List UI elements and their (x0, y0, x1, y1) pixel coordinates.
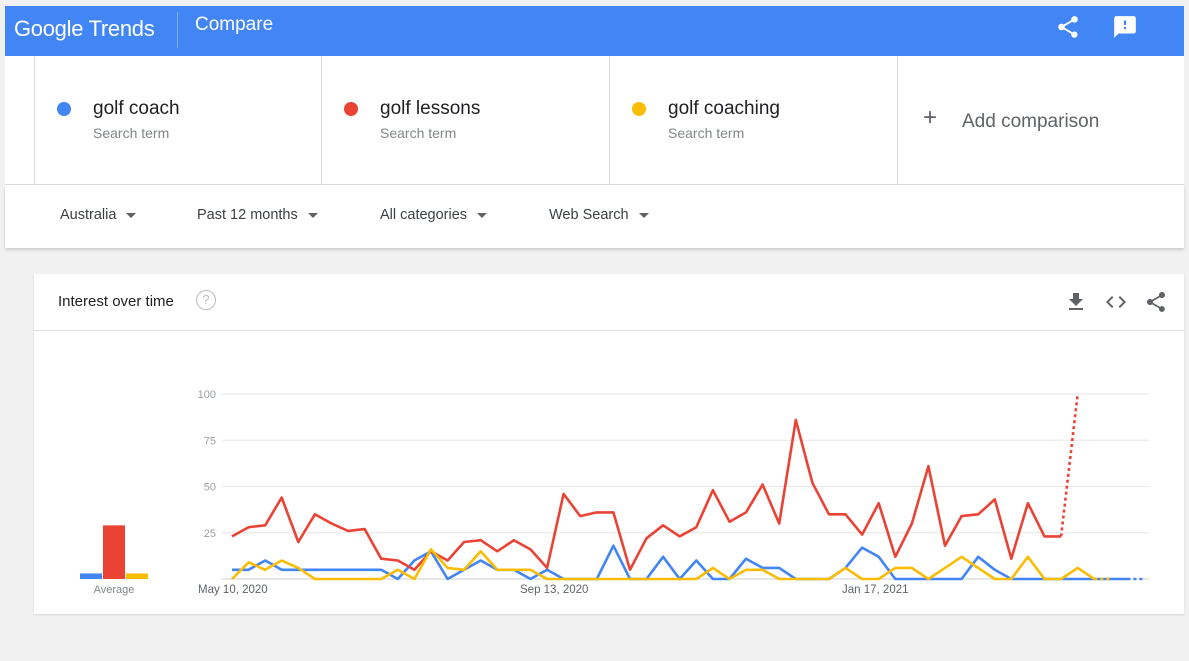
share-icon[interactable] (1144, 290, 1168, 314)
feedback-icon[interactable] (1112, 14, 1138, 40)
term-golf-lessons[interactable]: golf lessons Search term (321, 56, 609, 184)
add-comparison-label: Add comparison (962, 111, 1100, 132)
term-type: Search term (668, 125, 745, 141)
plus-icon: + (923, 104, 938, 131)
series-line (232, 544, 1128, 581)
time-range-value: Past 12 months (197, 207, 298, 223)
logo-trends-text: Trends (88, 16, 155, 41)
term-type: Search term (380, 125, 457, 141)
y-tick-label: 100 (198, 389, 216, 401)
x-axis-label: Jan 17, 2021 (842, 584, 909, 596)
filter-bar: Australia Past 12 months All categories … (5, 185, 1184, 248)
term-name: golf lessons (380, 98, 481, 119)
interest-over-time-card: Interest over time ? 100 75 50 25 Average M… (34, 274, 1184, 614)
average-bar (103, 525, 125, 579)
x-axis-label: May 10, 2020 (198, 584, 268, 596)
logo-google-text: Google (14, 16, 84, 41)
x-axis-label: Sep 13, 2020 (520, 584, 588, 596)
embed-icon[interactable] (1104, 290, 1128, 314)
series-line (231, 418, 1062, 572)
caret-down-icon (638, 212, 649, 218)
average-bars: Average (80, 525, 148, 596)
search-property-dropdown[interactable]: Web Search (549, 207, 649, 223)
help-icon[interactable]: ? (196, 290, 216, 310)
term-golf-coaching[interactable]: golf coaching Search term (609, 56, 897, 184)
y-tick-label: 25 (204, 528, 216, 540)
term-color-dot (344, 102, 358, 116)
caret-down-icon (126, 212, 137, 218)
term-name: golf coaching (668, 98, 780, 119)
term-golf-coach[interactable]: golf coach Search term (34, 56, 322, 184)
header-divider (177, 12, 178, 48)
x-axis-labels: May 10, 2020 Sep 13, 2020 Jan 17, 2021 (198, 584, 909, 596)
y-axis-ticks: 100 75 50 25 (198, 389, 216, 540)
average-label: Average (94, 584, 135, 596)
interest-over-time-chart[interactable]: 100 75 50 25 Average May 10, 2020 Sep 13, 20… (34, 331, 1184, 661)
card-title: Interest over time (58, 293, 174, 310)
search-property-value: Web Search (549, 207, 629, 223)
time-range-dropdown[interactable]: Past 12 months (197, 207, 318, 223)
average-bar (80, 573, 102, 579)
term-name: golf coach (93, 98, 180, 119)
y-tick-label: 75 (204, 435, 216, 447)
region-value: Australia (60, 207, 117, 223)
region-dropdown[interactable]: Australia (60, 207, 137, 223)
comparison-terms: golf coach Search term golf lessons Sear… (5, 56, 1184, 185)
add-comparison-button[interactable]: + Add comparison (897, 56, 1185, 184)
app-header: Google Trends Compare (5, 6, 1184, 56)
card-header: Interest over time ? (34, 274, 1184, 331)
caret-down-icon (477, 212, 488, 218)
term-color-dot (632, 102, 646, 116)
share-icon[interactable] (1055, 14, 1081, 40)
download-icon[interactable] (1064, 290, 1088, 314)
y-tick-label: 50 (204, 482, 216, 494)
google-trends-logo[interactable]: Google Trends (14, 16, 155, 42)
category-value: All categories (380, 207, 468, 223)
page-title: Compare (195, 14, 274, 35)
term-color-dot (57, 102, 71, 116)
category-dropdown[interactable]: All categories (380, 207, 488, 223)
caret-down-icon (307, 212, 318, 218)
average-bar (126, 573, 148, 579)
term-type: Search term (93, 125, 170, 141)
series-partial-segment (1059, 393, 1079, 537)
